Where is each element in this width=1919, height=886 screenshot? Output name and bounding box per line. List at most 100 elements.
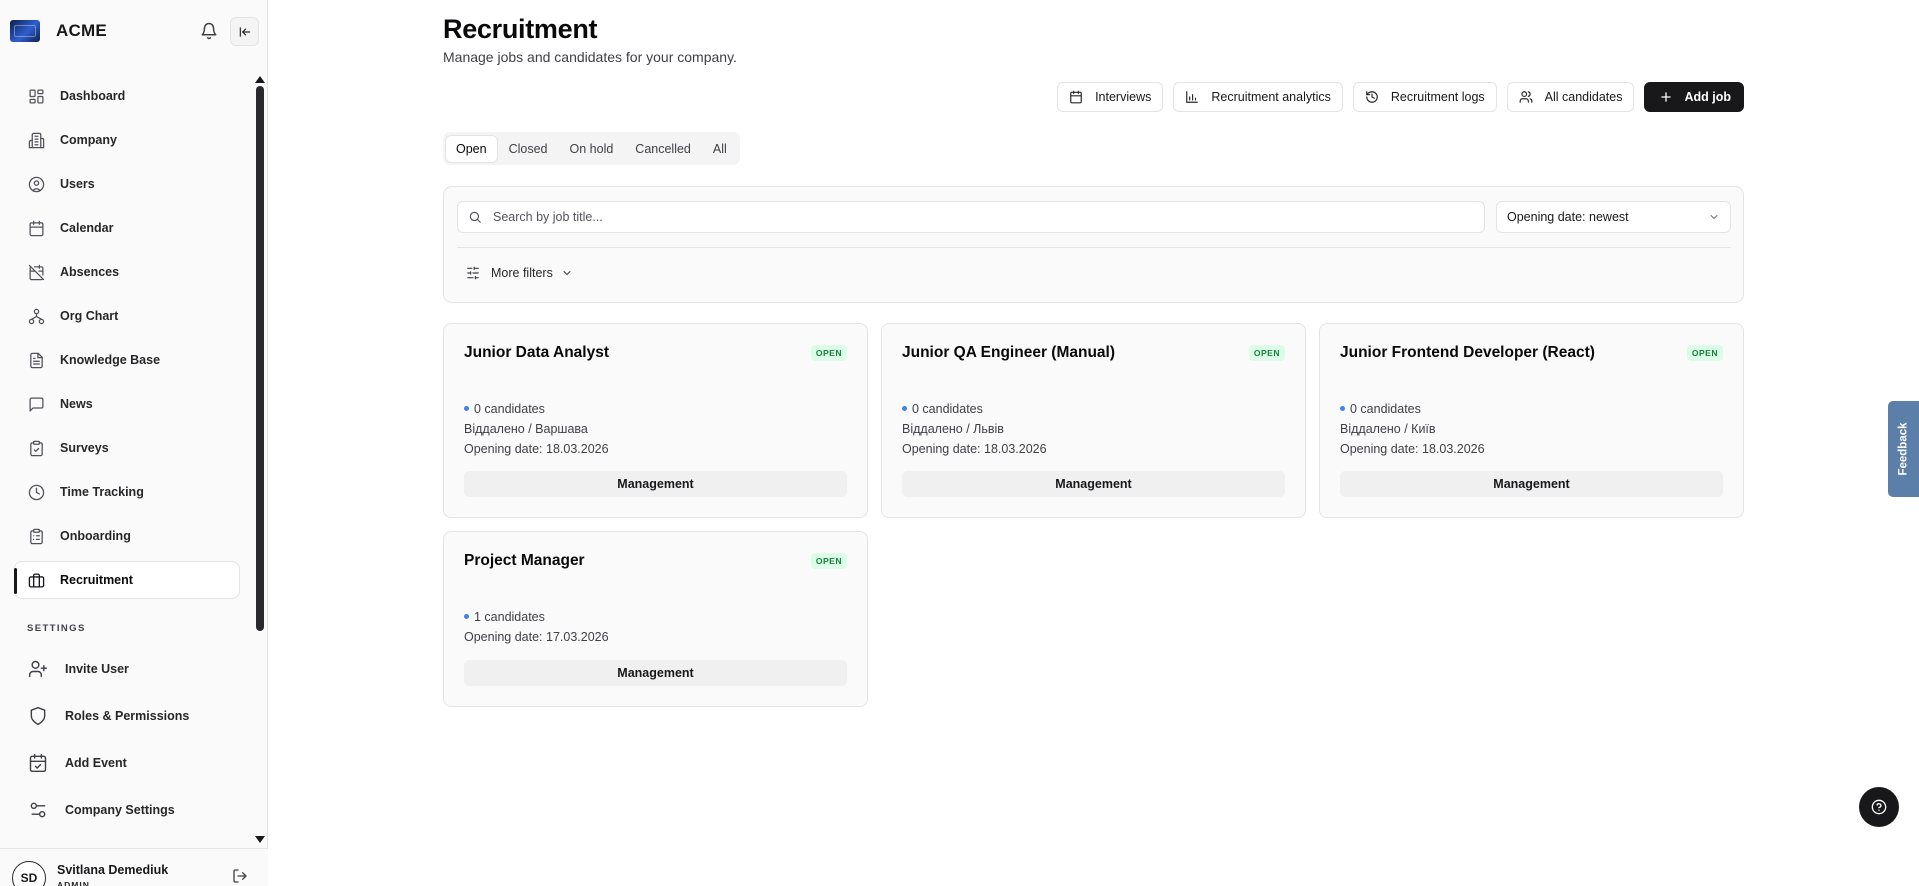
collapse-sidebar-button[interactable] xyxy=(230,17,259,46)
candidate-count-text: 1 candidates xyxy=(474,610,545,624)
job-card[interactable]: Junior QA Engineer (Manual) OPEN 0 candi… xyxy=(881,323,1306,518)
status-dot xyxy=(464,614,469,620)
sort-select[interactable]: Opening date: newest xyxy=(1496,201,1731,233)
job-card[interactable]: Junior Frontend Developer (React) OPEN 0… xyxy=(1319,323,1744,518)
sidebar-item-label: Dashboard xyxy=(60,89,126,103)
settings-heading: SETTINGS xyxy=(27,623,86,634)
sidebar-item-time-tracking[interactable]: Time Tracking xyxy=(14,473,240,511)
sidebar-item-recruitment[interactable]: Recruitment xyxy=(14,561,240,599)
sidebar-item-surveys[interactable]: Surveys xyxy=(14,429,240,467)
sidebar-item-company-settings[interactable]: Company Settings xyxy=(14,791,240,829)
user-plus-icon xyxy=(28,660,48,678)
scroll-up-arrow[interactable] xyxy=(255,76,265,83)
opening-date: Opening date: 18.03.2026 xyxy=(902,442,1047,456)
job-title: Junior Data Analyst xyxy=(464,344,609,361)
candidate-count-text: 0 candidates xyxy=(474,402,545,416)
shield-icon xyxy=(30,706,46,726)
search-field[interactable] xyxy=(457,201,1485,233)
job-location: Віддалено / Львів xyxy=(902,422,1004,436)
acme-logo xyxy=(10,20,40,42)
sidebar-item-label: Org Chart xyxy=(60,309,119,323)
sidebar-item-roles-permissions[interactable]: Roles & Permissions xyxy=(14,697,240,735)
interviews-label: Interviews xyxy=(1095,90,1152,104)
sort-value: Opening date: newest xyxy=(1507,210,1629,224)
sidebar-item-onboarding[interactable]: Onboarding xyxy=(14,517,240,555)
calendar-icon xyxy=(1070,90,1082,104)
sidebar-item-org-chart[interactable]: Org Chart xyxy=(14,297,240,335)
sidebar-item-label: Surveys xyxy=(60,441,109,455)
page-actions: Interviews Recruitment analytics Recruit… xyxy=(1057,82,1744,112)
page-subtitle: Manage jobs and candidates for your comp… xyxy=(443,49,737,65)
tab-cancelled[interactable]: Cancelled xyxy=(625,136,701,162)
sidebar-item-label: Recruitment xyxy=(60,573,133,587)
more-filters-button[interactable]: More filters xyxy=(466,266,573,280)
all-candidates-button[interactable]: All candidates xyxy=(1506,82,1635,112)
sidebar-item-absences[interactable]: Absences xyxy=(14,253,240,291)
tab-on-hold[interactable]: On hold xyxy=(560,136,624,162)
org-chart-icon xyxy=(28,308,45,324)
candidate-count-text: 0 candidates xyxy=(912,402,983,416)
filter-panel: Opening date: newest More filters xyxy=(443,186,1744,303)
add-job-label: Add job xyxy=(1684,90,1731,104)
status-tabs: Open Closed On hold Cancelled All xyxy=(443,132,740,165)
sidebar-item-calendar[interactable]: Calendar xyxy=(14,209,240,247)
job-card[interactable]: Project Manager OPEN 1 candidates Openin… xyxy=(443,531,868,707)
divider xyxy=(457,247,1731,248)
logout-icon[interactable] xyxy=(232,868,248,884)
sidebar-item-label: Company Settings xyxy=(65,803,175,817)
clipboard-list-icon xyxy=(30,528,43,544)
help-button[interactable] xyxy=(1859,787,1899,827)
job-card[interactable]: Junior Data Analyst OPEN 0 candidates Ві… xyxy=(443,323,868,518)
sidebar-item-add-event[interactable]: Add Event xyxy=(14,744,240,782)
settings-nav: Invite User Roles & Permissions Add Even… xyxy=(14,650,240,838)
opening-date: Opening date: 18.03.2026 xyxy=(1340,442,1485,456)
sidebar-item-dashboard[interactable]: Dashboard xyxy=(14,77,240,115)
status-dot xyxy=(1340,406,1345,412)
bell-icon[interactable] xyxy=(200,22,218,40)
interviews-button[interactable]: Interviews xyxy=(1057,82,1164,112)
job-meta: 0 candidates Віддалено / Київ Opening da… xyxy=(1340,399,1485,459)
sidebar-item-label: Add Event xyxy=(65,756,127,770)
status-badge: OPEN xyxy=(1248,345,1285,361)
job-location: Віддалено / Варшава xyxy=(464,422,588,436)
sidebar-item-label: Onboarding xyxy=(60,529,131,543)
sidebar-item-company[interactable]: Company xyxy=(14,121,240,159)
tab-open[interactable]: Open xyxy=(446,135,497,162)
calendar-check-icon xyxy=(29,753,47,773)
tab-all[interactable]: All xyxy=(703,136,737,162)
scroll-down-arrow[interactable] xyxy=(255,836,265,843)
feedback-tab[interactable]: Feedback xyxy=(1888,401,1919,497)
sidebar-item-users[interactable]: Users xyxy=(14,165,240,203)
recruitment-analytics-button[interactable]: Recruitment analytics xyxy=(1173,82,1343,112)
clipboard-check-icon xyxy=(30,440,43,456)
tab-closed[interactable]: Closed xyxy=(499,136,558,162)
brand[interactable]: ACME xyxy=(10,20,107,42)
status-dot xyxy=(464,406,469,412)
briefcase-icon xyxy=(28,572,45,588)
feedback-label: Feedback xyxy=(1897,422,1910,476)
sidebar-item-knowledge-base[interactable]: Knowledge Base xyxy=(14,341,240,379)
sidebar-item-invite-user[interactable]: Invite User xyxy=(14,650,240,688)
sidebar-item-label: Roles & Permissions xyxy=(65,709,190,723)
sidebar-item-label: Company xyxy=(60,133,117,147)
calendar-icon xyxy=(29,220,44,236)
sidebar-item-news[interactable]: News xyxy=(14,385,240,423)
chevron-down-icon xyxy=(1710,215,1718,220)
search-input[interactable] xyxy=(493,210,1473,224)
add-job-button[interactable]: Add job xyxy=(1644,82,1744,112)
status-badge: OPEN xyxy=(810,553,847,569)
opening-date: Opening date: 18.03.2026 xyxy=(464,442,609,456)
candidate-count: 0 candidates xyxy=(902,399,1047,419)
sidebar-scrollbar[interactable] xyxy=(256,86,264,631)
job-meta: 0 candidates Віддалено / Варшава Opening… xyxy=(464,399,609,459)
user-profile[interactable]: SD Svitlana Demediuk ADMIN xyxy=(0,848,268,886)
department-tag: Management xyxy=(464,660,847,686)
document-icon xyxy=(30,352,43,368)
job-meta: 1 candidates Opening date: 17.03.2026 xyxy=(464,607,609,647)
bar-chart-icon xyxy=(1186,91,1199,103)
status-dot xyxy=(902,406,907,412)
collapse-left-icon xyxy=(239,26,250,37)
page-title: Recruitment xyxy=(443,14,598,44)
recruitment-logs-button[interactable]: Recruitment logs xyxy=(1352,82,1497,112)
avatar: SD xyxy=(12,861,46,886)
